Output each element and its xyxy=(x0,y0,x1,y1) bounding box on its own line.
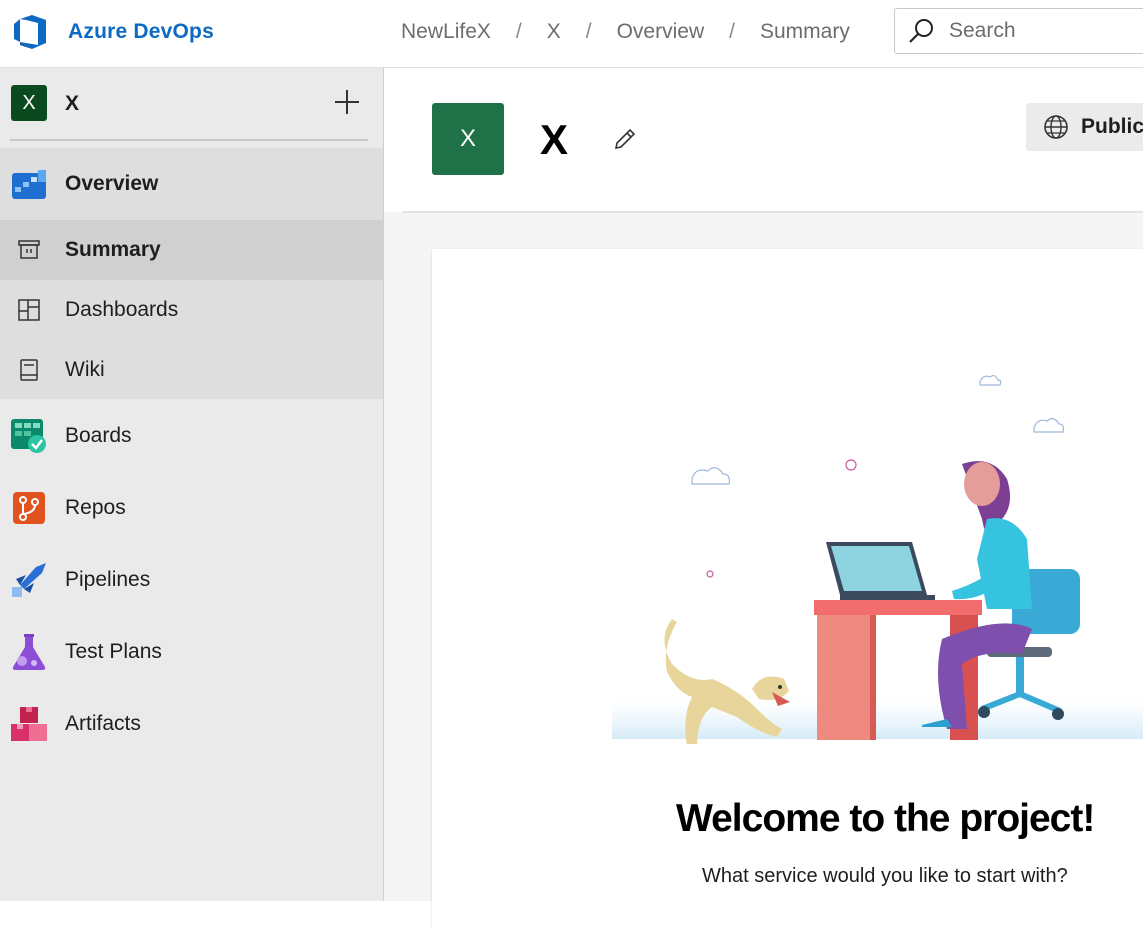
welcome-title: Welcome to the project! xyxy=(676,797,1095,840)
sidebar-item-test-plans[interactable]: Test Plans xyxy=(0,616,383,688)
search-placeholder: Search xyxy=(949,19,1016,42)
project-header[interactable]: X X xyxy=(0,68,383,148)
visibility-label: Public xyxy=(1081,115,1143,138)
divider xyxy=(10,139,368,141)
project-name: X xyxy=(65,92,80,115)
breadcrumb-project[interactable]: X xyxy=(547,20,561,44)
breadcrumb-separator: / xyxy=(515,20,522,43)
boards-icon xyxy=(10,417,48,455)
welcome-subtitle: What service would you like to start wit… xyxy=(702,865,1068,887)
artifacts-icon xyxy=(10,705,48,743)
main-content: X X Public Welcome to the project! What … xyxy=(384,68,1143,929)
sidebar-item-summary[interactable]: Summary xyxy=(0,220,383,280)
sidebar-item-pipelines[interactable]: Pipelines xyxy=(0,544,383,616)
breadcrumb-section[interactable]: Overview xyxy=(617,20,705,44)
sidebar-item-wiki[interactable]: Wiki xyxy=(0,340,383,400)
sidebar: X X Overview Summary Dashboards Wiki Boa… xyxy=(0,68,384,901)
page-title: X xyxy=(540,116,569,163)
sidebar-item-label: Test Plans xyxy=(65,640,162,663)
add-icon[interactable] xyxy=(333,88,361,116)
project-avatar-large: X xyxy=(432,103,504,175)
brand-name: Azure DevOps xyxy=(68,20,214,43)
breadcrumb-org[interactable]: NewLifeX xyxy=(401,20,491,44)
breadcrumb-page[interactable]: Summary xyxy=(760,20,850,44)
sidebar-item-label: Wiki xyxy=(65,358,105,381)
divider xyxy=(402,211,1143,213)
search-input[interactable]: Search xyxy=(894,8,1143,54)
summary-icon xyxy=(10,231,48,269)
sidebar-item-label: Artifacts xyxy=(65,712,141,735)
visibility-button[interactable]: Public xyxy=(1026,103,1143,151)
wiki-icon xyxy=(10,351,48,389)
repos-icon xyxy=(10,489,48,527)
sidebar-item-artifacts[interactable]: Artifacts xyxy=(0,688,383,760)
sidebar-item-label: Summary xyxy=(65,238,161,261)
sidebar-item-dashboards[interactable]: Dashboards xyxy=(0,280,383,340)
sidebar-item-label: Repos xyxy=(65,496,126,519)
breadcrumb: NewLifeX / X / Overview / Summary xyxy=(401,20,850,44)
breadcrumb-separator: / xyxy=(585,20,592,43)
globe-icon xyxy=(1044,115,1068,139)
top-bar: Azure DevOps NewLifeX / X / Overview / S… xyxy=(0,0,1143,68)
azure-devops-logo-icon xyxy=(14,15,46,49)
sidebar-item-label: Overview xyxy=(65,172,159,195)
sidebar-item-label: Pipelines xyxy=(65,568,151,591)
dashboards-icon xyxy=(10,291,48,329)
pencil-icon[interactable] xyxy=(612,126,638,152)
breadcrumb-separator: / xyxy=(729,20,735,43)
brand[interactable]: Azure DevOps xyxy=(12,14,214,50)
sidebar-item-boards[interactable]: Boards xyxy=(0,400,383,472)
test-plans-icon xyxy=(10,633,48,671)
overview-icon xyxy=(10,165,48,203)
search-icon xyxy=(909,19,933,43)
pipelines-icon xyxy=(10,561,48,599)
welcome-card: Welcome to the project! What service wou… xyxy=(432,249,1143,929)
project-header-panel: X X Public xyxy=(384,68,1143,212)
sidebar-item-label: Dashboards xyxy=(65,298,179,321)
sidebar-item-overview[interactable]: Overview xyxy=(0,148,383,220)
sidebar-item-label: Boards xyxy=(65,424,132,447)
sidebar-item-repos[interactable]: Repos xyxy=(0,472,383,544)
welcome-illustration xyxy=(612,374,1143,744)
project-avatar: X xyxy=(11,85,47,121)
